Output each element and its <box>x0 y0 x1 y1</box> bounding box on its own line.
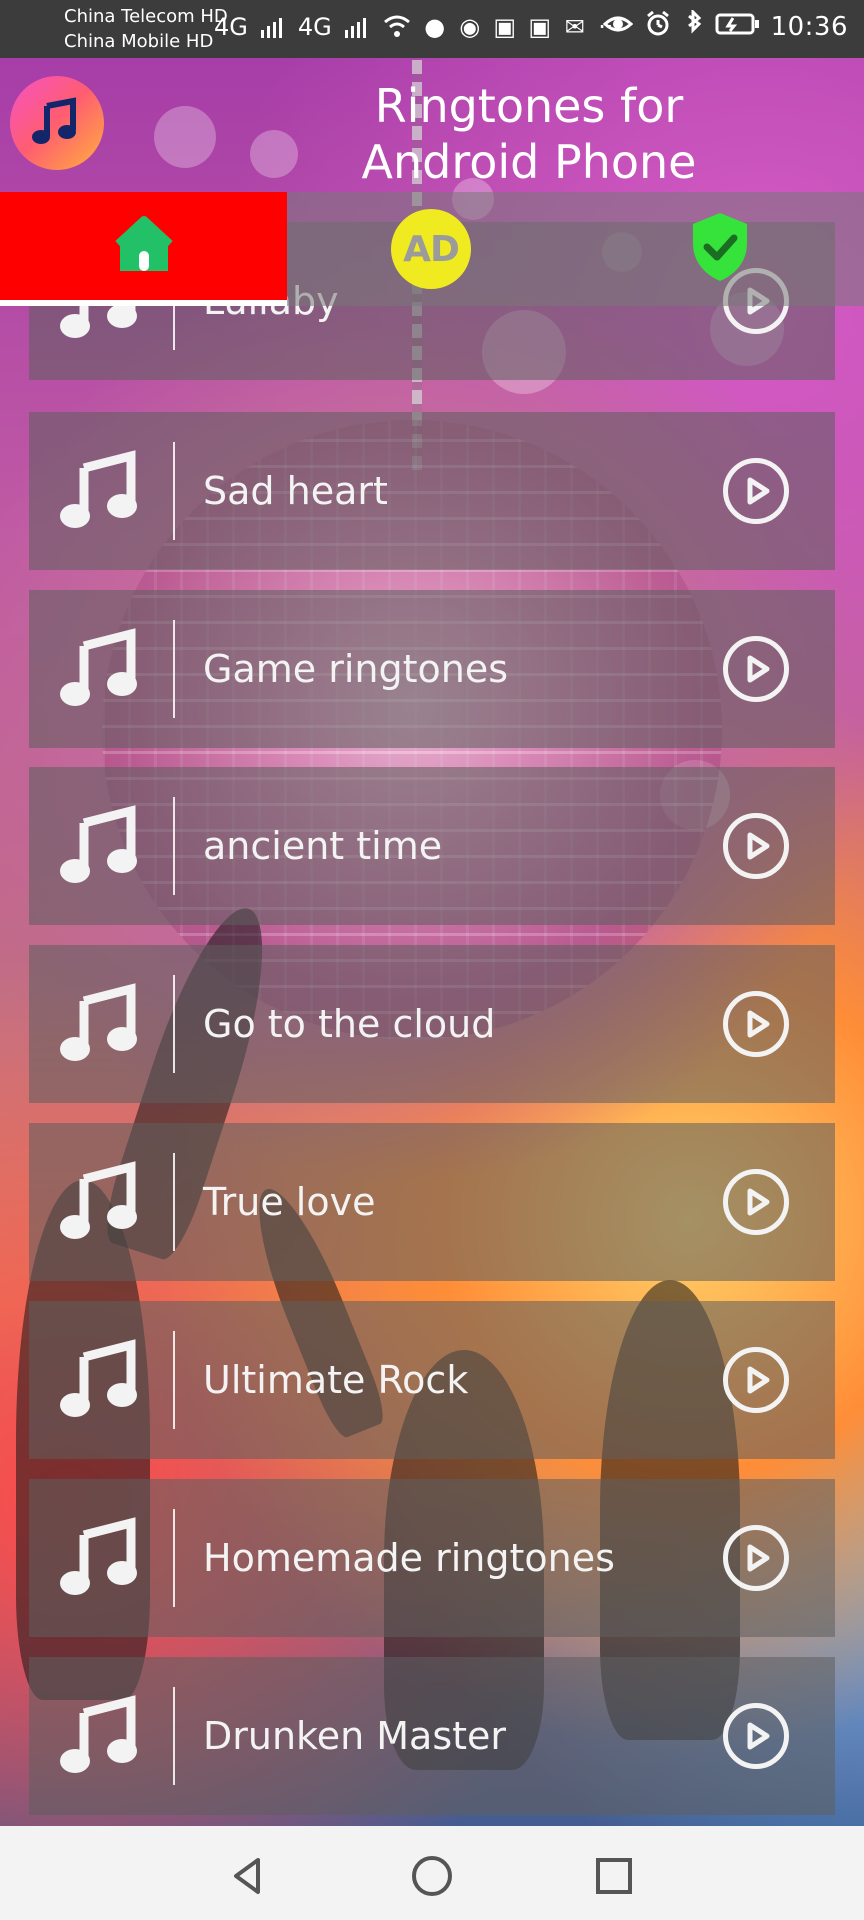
network-label: 4G <box>297 13 332 41</box>
browser-icon: ◉ <box>459 13 481 41</box>
signal-icon <box>259 12 287 47</box>
tab-home[interactable] <box>0 192 287 306</box>
ringtone-app-screen: China Telecom HD China Mobile HD 4G 4G ●… <box>0 0 864 1920</box>
row-divider <box>173 1687 175 1785</box>
status-bar: China Telecom HD China Mobile HD 4G 4G ●… <box>0 0 864 58</box>
ringtone-label: Ultimate Rock <box>203 1358 469 1402</box>
ringtone-row-homemade-ringtones[interactable]: Homemade ringtones <box>29 1479 835 1637</box>
ringtone-label: Homemade ringtones <box>203 1536 615 1580</box>
play-icon[interactable] <box>723 991 789 1057</box>
status-right: 10:36 <box>602 8 848 44</box>
app-header: Ringtones for Android Phone AD <box>0 58 864 306</box>
ringtone-row-ancient-time[interactable]: ancient time <box>29 767 835 925</box>
play-icon[interactable] <box>723 458 789 524</box>
music-note-icon[interactable] <box>10 76 104 170</box>
play-icon[interactable] <box>723 1525 789 1591</box>
alarm-icon <box>643 10 673 44</box>
recent-apps-icon[interactable] <box>584 1846 644 1906</box>
status-time: 10:36 <box>770 12 848 42</box>
bluetooth-icon <box>683 8 705 44</box>
ringtone-row-ultimate-rock[interactable]: Ultimate Rock <box>29 1301 835 1459</box>
carrier-primary: China Telecom HD <box>64 6 228 27</box>
battery-icon <box>715 10 761 44</box>
row-divider <box>173 797 175 895</box>
music-note-icon <box>57 624 143 714</box>
wifi-icon <box>382 12 412 47</box>
ringtone-label: Drunken Master <box>203 1714 507 1758</box>
app-icon: ▣ <box>528 13 552 41</box>
mail-icon: ✉ <box>564 13 585 41</box>
ringtone-row-drunken-master[interactable]: Drunken Master <box>29 1657 835 1815</box>
app-title: Ringtones for Android Phone <box>361 79 697 189</box>
back-icon[interactable] <box>218 1846 278 1906</box>
music-note-icon <box>57 1513 143 1603</box>
qq-icon: ● <box>424 13 446 41</box>
music-note-icon <box>57 1335 143 1425</box>
play-icon[interactable] <box>723 1169 789 1235</box>
ringtone-label: Game ringtones <box>203 647 509 691</box>
play-icon[interactable] <box>723 636 789 702</box>
ringtone-label: Sad heart <box>203 469 388 513</box>
ringtone-row-sad-heart[interactable]: Sad heart <box>29 412 835 570</box>
ringtone-row-go-to-the-cloud[interactable]: Go to the cloud <box>29 945 835 1103</box>
play-icon[interactable] <box>723 813 789 879</box>
ringtone-row-true-love[interactable]: True love <box>29 1123 835 1281</box>
row-divider <box>173 620 175 718</box>
eye-icon <box>602 10 633 44</box>
status-icons: 4G 4G ● ◉ ▣ ▣ ✉ ··· <box>214 12 622 47</box>
ringtone-label: Go to the cloud <box>203 1002 496 1046</box>
ad-icon: AD <box>391 209 471 289</box>
row-divider <box>173 442 175 540</box>
music-note-icon <box>57 446 143 536</box>
play-icon[interactable] <box>723 1703 789 1769</box>
row-divider <box>173 1509 175 1607</box>
ringtone-label: True love <box>203 1180 376 1224</box>
row-divider <box>173 1331 175 1429</box>
row-divider <box>173 975 175 1073</box>
tab-ad[interactable]: AD <box>287 192 575 306</box>
signal-icon <box>343 12 371 47</box>
row-divider <box>173 1153 175 1251</box>
ringtone-row-game-ringtones[interactable]: Game ringtones <box>29 590 835 748</box>
network-label: 4G <box>214 13 248 41</box>
shield-check-icon <box>687 209 753 289</box>
home-circle-icon[interactable] <box>402 1846 462 1906</box>
ringtone-label: ancient time <box>203 824 443 868</box>
music-note-icon <box>57 801 143 891</box>
book-icon: ▣ <box>493 13 517 41</box>
music-note-icon <box>57 1157 143 1247</box>
music-note-icon <box>57 979 143 1069</box>
system-navigation-bar <box>0 1826 864 1920</box>
play-icon[interactable] <box>723 1347 789 1413</box>
home-icon <box>111 211 177 281</box>
carrier-secondary: China Mobile HD <box>64 31 214 52</box>
music-note-icon <box>57 1691 143 1781</box>
tab-shield[interactable] <box>575 192 864 306</box>
top-tab-bar: AD <box>0 192 864 306</box>
